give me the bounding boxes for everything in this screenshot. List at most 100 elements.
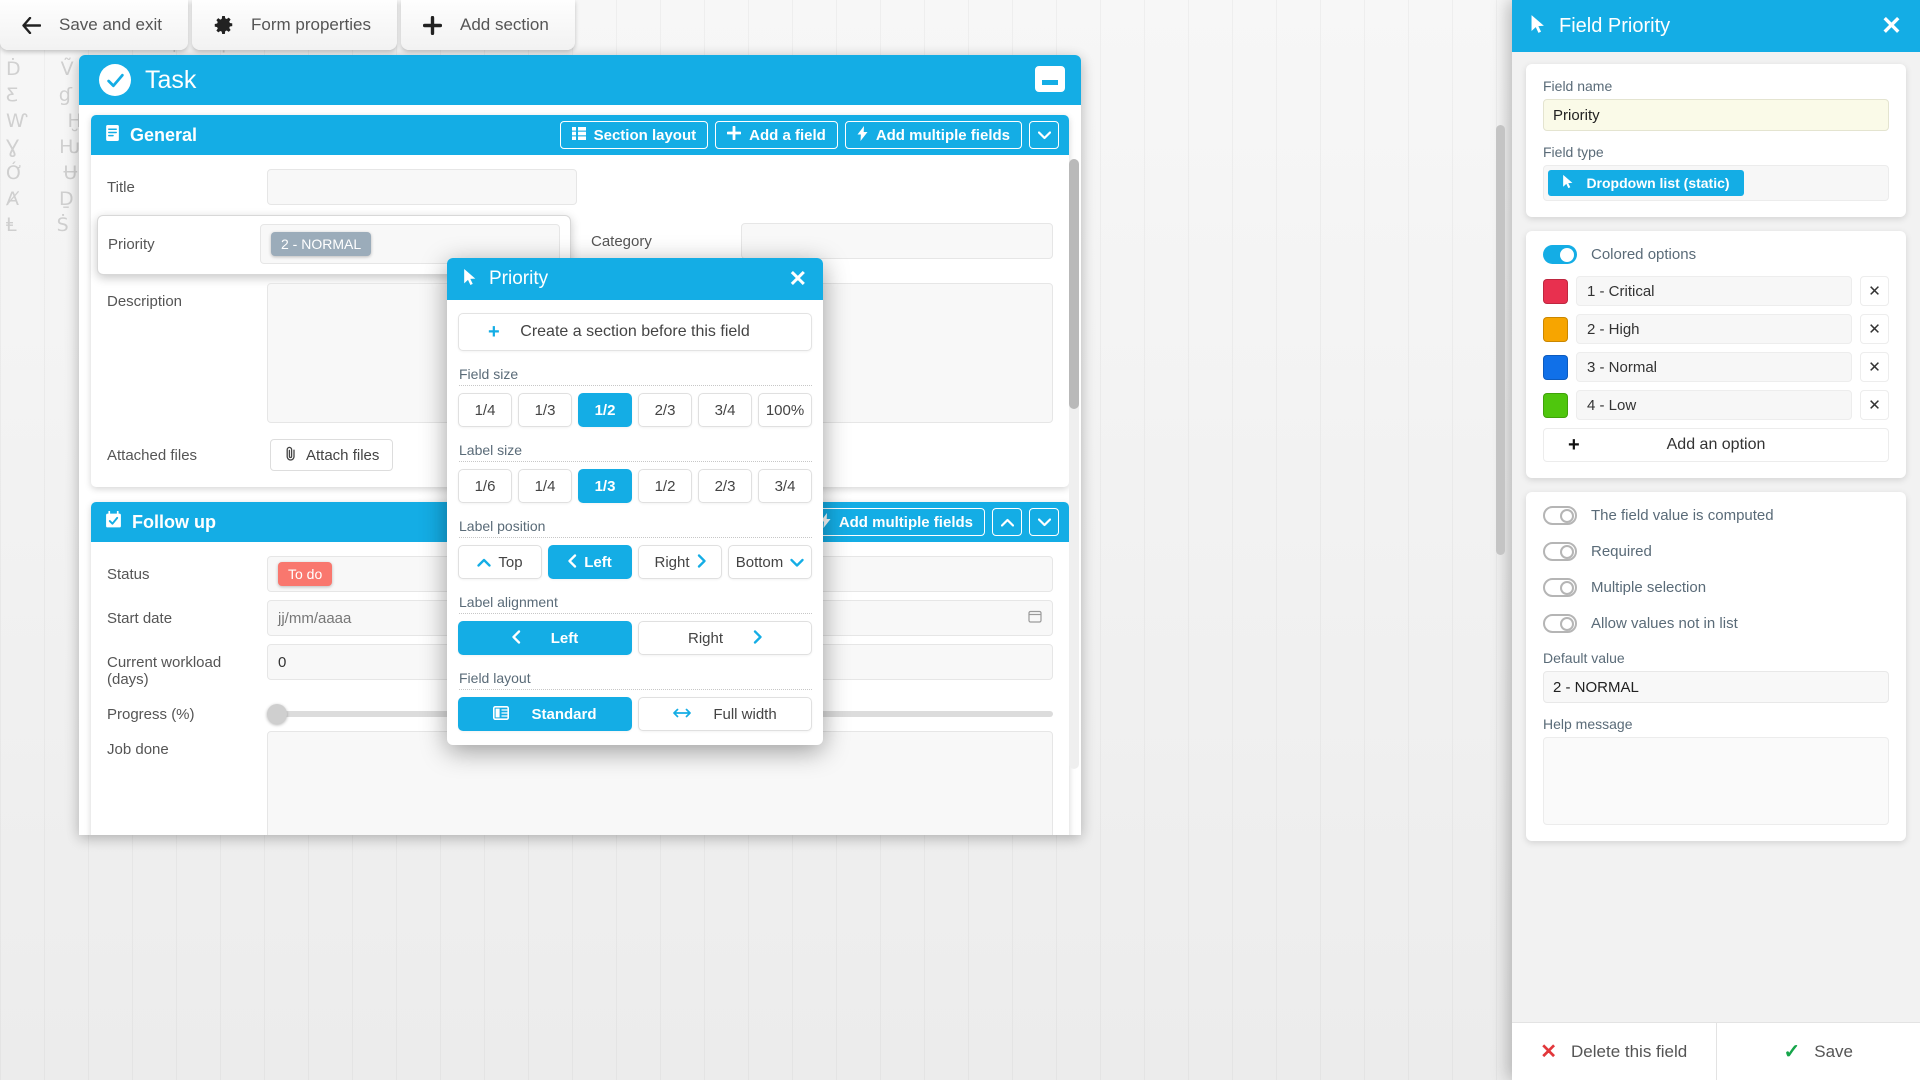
label-size-option-1-4[interactable]: 1/4 <box>518 469 572 503</box>
option-label-4[interactable]: 4 - Low <box>1576 390 1852 420</box>
form-scrollbar[interactable] <box>1069 159 1079 769</box>
option-label-1[interactable]: 1 - Critical <box>1576 276 1852 306</box>
label-position-label: Label position <box>459 518 812 538</box>
modal-title: Priority <box>489 268 549 289</box>
default-value-label: Default value <box>1543 650 1625 666</box>
delete-option-icon-4[interactable]: ✕ <box>1860 390 1889 420</box>
document-icon <box>105 124 120 147</box>
field-value-computed-label: The field value is computed <box>1591 507 1774 524</box>
label-size-option-1-3[interactable]: 1/3 <box>578 469 632 503</box>
field-identity-card: Field name Priority Field type Dropdown … <box>1526 64 1906 217</box>
attach-files-button[interactable]: Attach files <box>270 439 394 471</box>
panel-footer: ✕ Delete this field ✓ Save <box>1512 1022 1920 1080</box>
label-position-option-left[interactable]: Left <box>548 545 632 579</box>
label-alignment-label: Label alignment <box>459 594 812 614</box>
section-layout-button[interactable]: Section layout <box>559 121 709 149</box>
page-title: Task <box>145 65 197 94</box>
computed-toggle-row: The field value is computed <box>1543 506 1889 525</box>
layout-grid-icon <box>571 126 586 144</box>
create-section-label: Create a section before this field <box>520 323 750 340</box>
add-a-field-label: Add a field <box>749 126 826 144</box>
delete-option-icon-2[interactable]: ✕ <box>1860 314 1889 344</box>
label-position-option-right[interactable]: Right <box>638 545 722 579</box>
form-properties-button[interactable]: Form properties <box>192 0 397 50</box>
help-message-textarea[interactable] <box>1543 737 1889 825</box>
field-options-modal: Priority ✕ + Create a section before thi… <box>447 258 823 745</box>
label-size-option-3-4[interactable]: 3/4 <box>758 469 812 503</box>
save-and-exit-button[interactable]: Save and exit <box>0 0 189 50</box>
task-check-icon <box>99 64 131 96</box>
form-scrollbar-thumb[interactable] <box>1069 159 1079 409</box>
field-layout-full-width-text: Full width <box>713 705 777 723</box>
add-multiple-fields-button-2[interactable]: Add multiple fields <box>807 508 985 536</box>
label-size-label: Label size <box>459 442 812 462</box>
add-section-button[interactable]: Add section <box>401 0 575 50</box>
save-button[interactable]: ✓ Save <box>1716 1023 1920 1080</box>
cursor-icon <box>1562 174 1574 192</box>
status-value-pill: To do <box>278 562 333 586</box>
multiple-selection-toggle[interactable] <box>1543 578 1577 597</box>
required-toggle-row: Required <box>1543 542 1889 561</box>
move-section-up-chevron-up-icon[interactable] <box>992 508 1022 536</box>
field-input-category[interactable] <box>741 223 1053 259</box>
delete-this-field-button[interactable]: ✕ Delete this field <box>1512 1023 1716 1080</box>
lightning-icon <box>857 125 868 145</box>
close-icon[interactable]: ✕ <box>789 268 807 290</box>
section-general-title: General <box>130 124 198 145</box>
field-layout-option-standard[interactable]: Standard <box>458 697 632 731</box>
delete-option-icon-3[interactable]: ✕ <box>1860 352 1889 382</box>
delete-option-icon-1[interactable]: ✕ <box>1860 276 1889 306</box>
field-size-option-1-3[interactable]: 1/3 <box>518 393 572 427</box>
field-layout-option-full-width[interactable]: Full width <box>638 697 812 731</box>
add-multiple-fields-button[interactable]: Add multiple fields <box>844 121 1022 149</box>
field-size-option-3-4[interactable]: 3/4 <box>698 393 752 427</box>
required-label: Required <box>1591 543 1652 560</box>
label-size-option-1-2[interactable]: 1/2 <box>638 469 692 503</box>
field-size-option-2-3[interactable]: 2/3 <box>638 393 692 427</box>
label-alignment-option-left[interactable]: Left <box>458 621 632 655</box>
field-input-job-done[interactable] <box>267 731 1053 835</box>
field-type-value-button[interactable]: Dropdown list (static) <box>1548 170 1744 196</box>
section-follow-up-title: Follow up <box>132 511 216 532</box>
label-size-option-1-6[interactable]: 1/6 <box>458 469 512 503</box>
add-an-option-button[interactable]: + Add an option <box>1543 428 1889 462</box>
option-row: 1 - Critical ✕ <box>1543 276 1889 306</box>
label-alignment-option-right[interactable]: Right <box>638 621 812 655</box>
add-a-field-button[interactable]: Add a field <box>715 121 838 149</box>
field-size-option-1-2[interactable]: 1/2 <box>578 393 632 427</box>
chevron-left-icon <box>568 553 577 571</box>
option-color-swatch-4[interactable] <box>1543 392 1568 418</box>
label-alignment-segmented: Left Right <box>458 621 812 655</box>
option-color-swatch-3[interactable] <box>1543 354 1568 380</box>
field-size-option-100[interactable]: 100% <box>758 393 812 427</box>
progress-slider-knob[interactable] <box>267 704 287 724</box>
modal-body: + Create a section before this field Fie… <box>447 300 823 745</box>
field-label-progress: Progress (%) <box>107 706 195 723</box>
label-position-segmented: Top Left Right Bottom <box>458 545 812 579</box>
calendar-icon[interactable] <box>1028 609 1042 627</box>
option-color-swatch-1[interactable] <box>1543 278 1568 304</box>
label-position-option-top[interactable]: Top <box>458 545 542 579</box>
option-label-3[interactable]: 3 - Normal <box>1576 352 1852 382</box>
field-type-selector[interactable]: Dropdown list (static) <box>1543 165 1889 201</box>
close-icon[interactable]: ✕ <box>1881 13 1902 39</box>
move-section-down-chevron-down-icon[interactable] <box>1029 508 1059 536</box>
allow-values-not-in-list-toggle[interactable] <box>1543 614 1577 633</box>
field-value-computed-toggle[interactable] <box>1543 506 1577 525</box>
option-label-2[interactable]: 2 - High <box>1576 314 1852 344</box>
create-section-before-field-button[interactable]: + Create a section before this field <box>458 313 812 351</box>
field-size-option-1-4[interactable]: 1/4 <box>458 393 512 427</box>
required-toggle[interactable] <box>1543 542 1577 561</box>
cursor-icon <box>1530 14 1546 39</box>
label-size-option-2-3[interactable]: 2/3 <box>698 469 752 503</box>
option-row: 3 - Normal ✕ <box>1543 352 1889 382</box>
attach-files-label: Attach files <box>306 446 380 464</box>
default-value-input[interactable]: 2 - NORMAL <box>1543 671 1889 703</box>
label-position-option-bottom[interactable]: Bottom <box>728 545 812 579</box>
option-color-swatch-2[interactable] <box>1543 316 1568 342</box>
field-name-input[interactable]: Priority <box>1543 99 1889 131</box>
collapse-form-button[interactable] <box>1035 66 1065 92</box>
colored-options-toggle[interactable] <box>1543 245 1577 264</box>
field-input-title[interactable] <box>267 169 577 205</box>
section-menu-chevron-down-icon[interactable] <box>1029 121 1059 149</box>
